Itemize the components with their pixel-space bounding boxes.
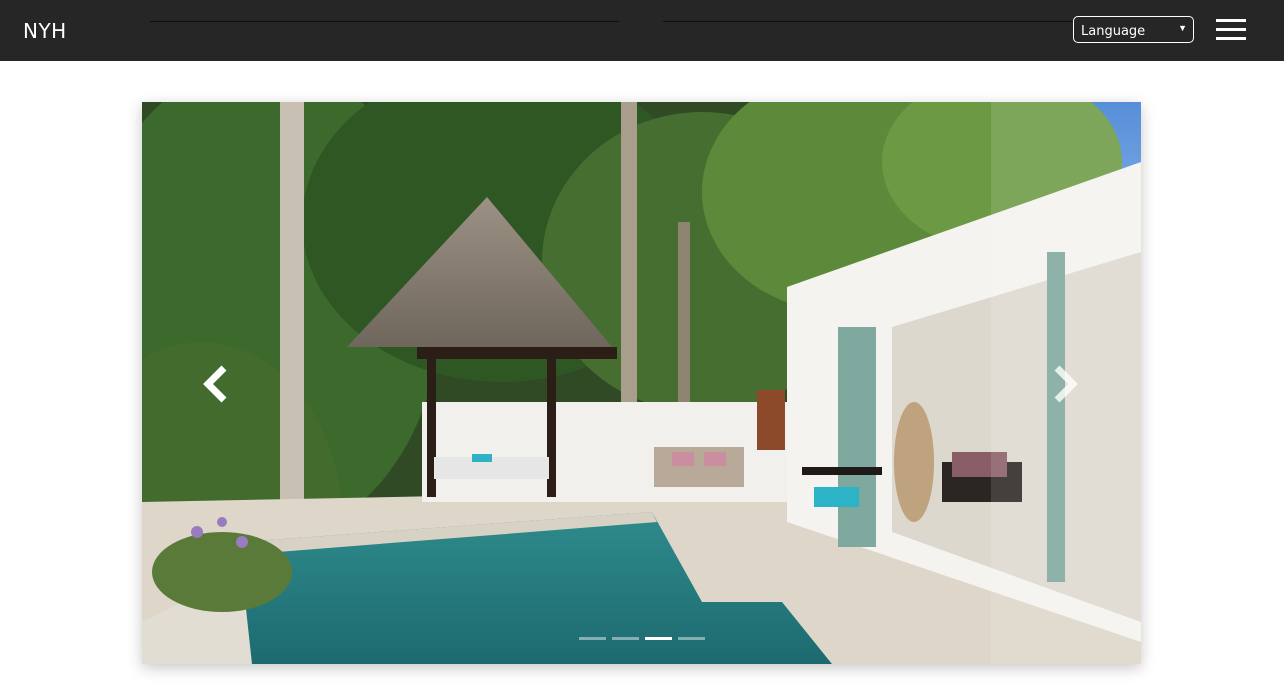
hamburger-bar (1216, 28, 1246, 31)
carousel-indicators (579, 637, 709, 643)
nav-divider (150, 21, 619, 22)
caret-down-icon: ▼ (1178, 23, 1187, 33)
carousel-indicator[interactable] (678, 637, 705, 640)
brand-logo[interactable]: NYH (23, 19, 67, 43)
hamburger-menu-icon[interactable] (1216, 18, 1246, 42)
carousel-indicator[interactable] (579, 637, 606, 640)
carousel-prev-control[interactable] (142, 102, 292, 664)
nav-divider (663, 21, 1078, 22)
image-carousel (142, 102, 1141, 664)
hamburger-bar (1216, 19, 1246, 22)
chevron-left-icon (203, 365, 227, 403)
carousel-next-control[interactable] (991, 102, 1141, 664)
chevron-right-icon (1054, 365, 1078, 403)
carousel-indicator-active[interactable] (645, 637, 672, 640)
language-select-value: Language (1081, 24, 1146, 39)
language-select[interactable]: Language ▼ (1073, 16, 1194, 43)
carousel-indicator[interactable] (612, 637, 639, 640)
hamburger-bar (1216, 37, 1246, 40)
top-navbar: NYH Language ▼ (0, 0, 1284, 61)
